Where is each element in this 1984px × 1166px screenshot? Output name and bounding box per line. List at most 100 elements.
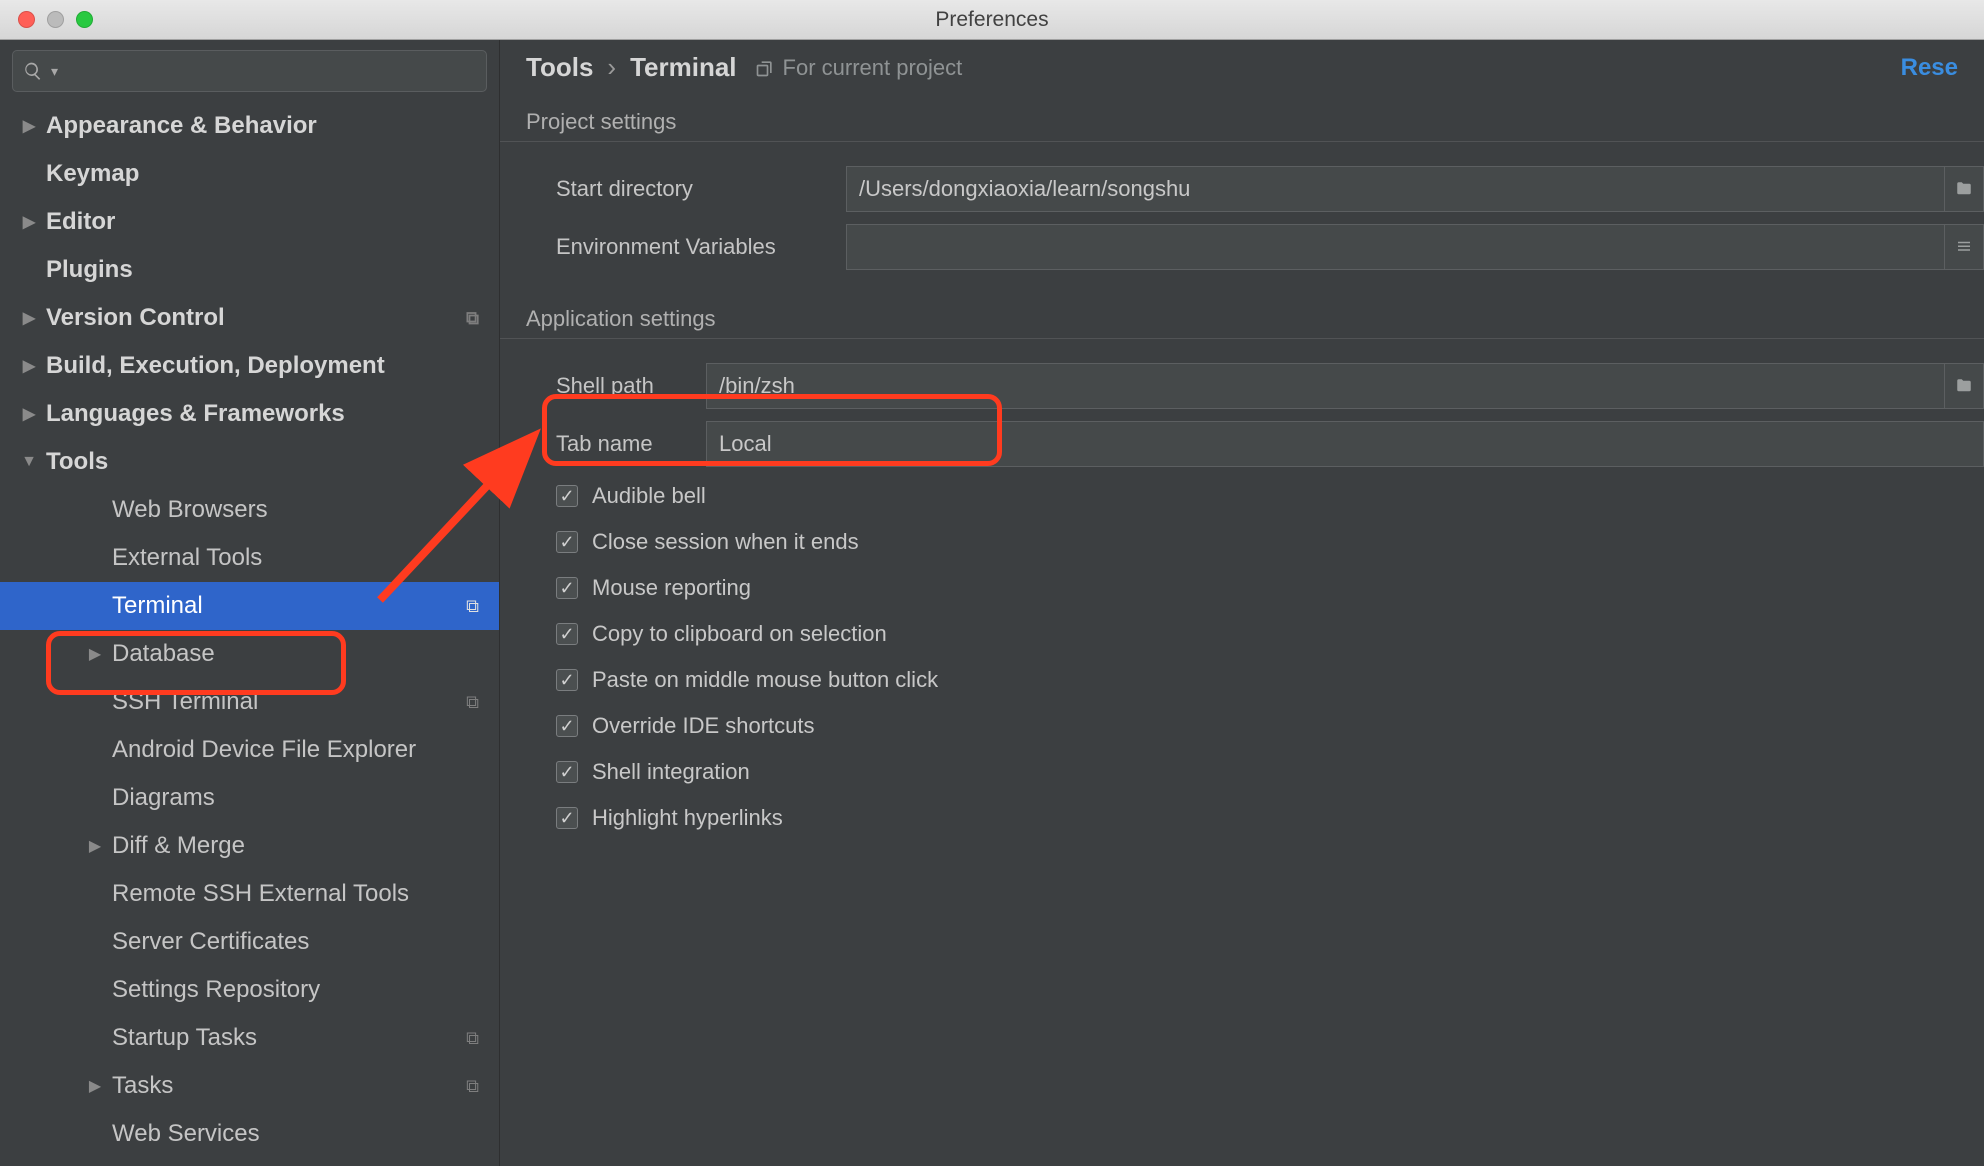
chevron-right-icon: ▶ (20, 212, 38, 232)
checkbox[interactable] (556, 577, 578, 599)
sidebar-item-label: External Tools (112, 544, 262, 572)
sidebar-item-label: Plugins (46, 256, 133, 284)
sidebar-item-terminal[interactable]: Terminal ⧉ (0, 582, 499, 630)
search-dropdown-icon[interactable]: ▾ (51, 63, 58, 80)
breadcrumb-root[interactable]: Tools (526, 52, 593, 83)
folder-icon (1954, 377, 1974, 395)
checkbox[interactable] (556, 807, 578, 829)
sidebar-item-label: Diff & Merge (112, 832, 245, 860)
for-current-project-label: For current project (783, 55, 963, 81)
checkbox-label: Override IDE shortcuts (592, 713, 815, 739)
sidebar-item-appearance-behavior[interactable]: ▶Appearance & Behavior (0, 102, 499, 150)
project-scope-icon: ⧉ (466, 1028, 479, 1049)
chevron-right-icon: ▶ (86, 644, 104, 664)
sidebar-item-label: Terminal (112, 592, 203, 620)
checkbox-row-copy-to-clipboard-on-selection: Copy to clipboard on selection (500, 611, 1984, 657)
chevron-right-icon: ▶ (20, 116, 38, 136)
sidebar-item-label: Tasks (112, 1072, 173, 1100)
sidebar-item-label: Diagrams (112, 784, 215, 812)
sidebar-item-languages-frameworks[interactable]: ▶ Languages & Frameworks (0, 390, 499, 438)
start-directory-input[interactable] (846, 166, 1944, 212)
section-application-settings: Application settings (500, 300, 1984, 339)
sidebar-item-plugins[interactable]: Plugins (0, 246, 499, 294)
breadcrumb: Tools › Terminal (526, 52, 737, 83)
sidebar-item-label: Server Certificates (112, 928, 309, 956)
section-project-settings: Project settings (500, 103, 1984, 142)
tab-name-input[interactable] (706, 421, 1984, 467)
sidebar-item-keymap[interactable]: Keymap (0, 150, 499, 198)
sidebar-item-server-certificates[interactable]: Server Certificates (0, 918, 499, 966)
checkbox[interactable] (556, 623, 578, 645)
project-scope-icon: ⧉ (466, 596, 479, 617)
checkbox-row-override-ide-shortcuts: Override IDE shortcuts (500, 703, 1984, 749)
checkbox-label: Close session when it ends (592, 529, 859, 555)
sidebar-item-startup-tasks[interactable]: Startup Tasks ⧉ (0, 1014, 499, 1062)
settings-sidebar: ▾ ▶Appearance & BehaviorKeymap ▶ Editor Plu… (0, 40, 500, 1166)
project-scope-icon: ⧉ (466, 308, 479, 329)
search-icon (23, 61, 43, 81)
checkbox-label: Shell integration (592, 759, 750, 785)
checkbox[interactable] (556, 531, 578, 553)
sidebar-item-label: Web Services (112, 1120, 260, 1148)
sidebar-item-label: Android Device File Explorer (112, 736, 416, 764)
sidebar-item-label: Web Browsers (112, 496, 268, 524)
start-directory-label: Start directory (556, 176, 846, 202)
chevron-right-icon: › (607, 52, 616, 83)
chevron-right-icon: ▶ (20, 356, 38, 376)
list-icon (1954, 238, 1974, 256)
env-variables-label: Environment Variables (556, 234, 846, 260)
sidebar-item-label: SSH Terminal (112, 688, 258, 716)
sidebar-item-label: Version Control (46, 304, 225, 332)
tab-name-label: Tab name (556, 431, 706, 457)
reset-link[interactable]: Rese (1901, 54, 1958, 82)
titlebar: Preferences (0, 0, 1984, 40)
env-variables-input[interactable] (846, 224, 1944, 270)
sidebar-item-label: Editor (46, 208, 115, 236)
checkbox-row-close-session-when-it-ends: Close session when it ends (500, 519, 1984, 565)
sidebar-item-android-device-file-explorer[interactable]: Android Device File Explorer (0, 726, 499, 774)
sidebar-item-label: Tools (46, 448, 108, 476)
env-variables-edit-button[interactable] (1944, 224, 1984, 270)
settings-tree: ▶Appearance & BehaviorKeymap ▶ Editor Plugi… (0, 102, 499, 1166)
for-current-project-badge: For current project (755, 55, 963, 81)
sidebar-item-web-services[interactable]: Web Services (0, 1110, 499, 1158)
sidebar-item-web-browsers[interactable]: Web Browsers (0, 486, 499, 534)
window-title: Preferences (0, 8, 1984, 32)
sidebar-item-label: Settings Repository (112, 976, 320, 1004)
checkbox[interactable] (556, 715, 578, 737)
sidebar-item-label: Languages & Frameworks (46, 400, 345, 428)
settings-search[interactable]: ▾ (12, 50, 487, 92)
chevron-right-icon: ▶ (20, 308, 38, 328)
checkbox-row-mouse-reporting: Mouse reporting (500, 565, 1984, 611)
sidebar-item-external-tools[interactable]: External Tools (0, 534, 499, 582)
checkbox-label: Copy to clipboard on selection (592, 621, 887, 647)
chevron-right-icon: ▶ (20, 404, 38, 424)
sidebar-item-database[interactable]: ▶ Database (0, 630, 499, 678)
sidebar-item-settings-repository[interactable]: Settings Repository (0, 966, 499, 1014)
sidebar-item-version-control[interactable]: ▶ Version Control ⧉ (0, 294, 499, 342)
checkbox-label: Paste on middle mouse button click (592, 667, 938, 693)
sidebar-item-tools[interactable]: ▼ Tools (0, 438, 499, 486)
sidebar-item-diagrams[interactable]: Diagrams (0, 774, 499, 822)
chevron-right-icon: ▶ (86, 1076, 104, 1096)
sidebar-item-ssh-terminal[interactable]: SSH Terminal ⧉ (0, 678, 499, 726)
checkbox[interactable] (556, 761, 578, 783)
sidebar-item-tasks[interactable]: ▶ Tasks ⧉ (0, 1062, 499, 1110)
checkbox[interactable] (556, 669, 578, 691)
breadcrumb-leaf: Terminal (630, 52, 736, 83)
shell-path-label: Shell path (556, 373, 706, 399)
browse-shell-button[interactable] (1944, 363, 1984, 409)
shell-path-input[interactable] (706, 363, 1944, 409)
checkbox[interactable] (556, 485, 578, 507)
chevron-down-icon: ▼ (20, 453, 38, 471)
browse-folder-button[interactable] (1944, 166, 1984, 212)
sidebar-item-build-execution-deployment[interactable]: ▶Build, Execution, Deployment (0, 342, 499, 390)
sidebar-item-label: Database (112, 640, 215, 668)
sidebar-item-editor[interactable]: ▶ Editor (0, 198, 499, 246)
project-scope-icon: ⧉ (466, 1076, 479, 1097)
project-scope-icon: ⧉ (466, 692, 479, 713)
sidebar-item-diff-merge[interactable]: ▶Diff & Merge (0, 822, 499, 870)
sidebar-item-remote-ssh-external-tools[interactable]: Remote SSH External Tools (0, 870, 499, 918)
checkbox-label: Audible bell (592, 483, 706, 509)
sidebar-item-label: Startup Tasks (112, 1024, 257, 1052)
